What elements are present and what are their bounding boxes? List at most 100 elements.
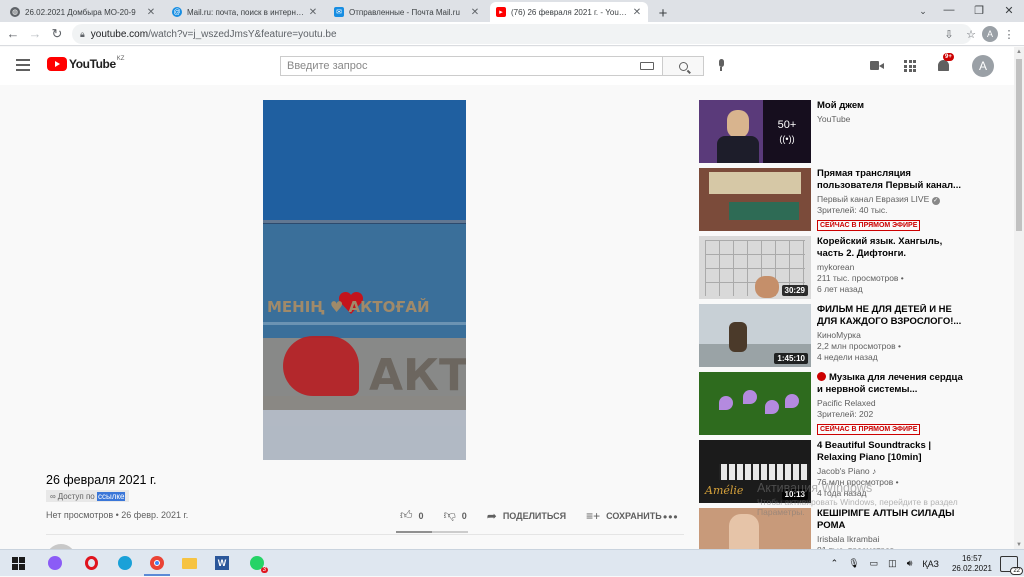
browser-tab-2[interactable]: @ Mail.ru: почта, поиск в интернете ✕ xyxy=(166,2,324,22)
recommendation-item[interactable]: Прямая трансляция пользователя Первый ка… xyxy=(699,168,999,232)
thumbnail-text: Amélie xyxy=(705,484,744,497)
recommendation-title[interactable]: Мой джем xyxy=(817,100,967,112)
recommendation-item[interactable]: 1:45:10 ФИЛЬМ НЕ ДЛЯ ДЕТЕЙ И НЕ ДЛЯ КАЖД… xyxy=(699,304,999,368)
video-thumbnail[interactable]: 1:45:10 xyxy=(699,304,811,367)
video-title: 26 февраля 2021 г. xyxy=(46,473,157,487)
network-icon[interactable]: ◫ xyxy=(888,558,897,569)
access-badge: ∞ Доступ по ссылке xyxy=(46,490,130,502)
profile-icon[interactable]: A xyxy=(982,26,998,42)
tab-title: Отправленные - Почта Mail.ru xyxy=(349,7,460,17)
search-button[interactable] xyxy=(662,56,704,76)
recommendation-age: 4 недели назад xyxy=(817,352,878,362)
close-tab-icon[interactable]: ✕ xyxy=(308,7,318,18)
recommendation-title[interactable]: ФИЛЬМ НЕ ДЛЯ ДЕТЕЙ И НЕ ДЛЯ КАЖДОГО ВЗРО… xyxy=(817,304,967,328)
tab-title: 26.02.2021 Домбыра МО-20-9 xyxy=(25,7,136,17)
search-input[interactable]: Введите запрос xyxy=(280,56,662,76)
recommendation-channel: mykorean xyxy=(817,262,855,272)
share-button[interactable]: ➦ ПОДЕЛИТЬСЯ xyxy=(487,509,566,523)
maximize-icon[interactable]: ❐ xyxy=(964,0,994,20)
page-scrollbar[interactable]: ▲ ▼ xyxy=(1014,47,1024,550)
close-tab-icon[interactable]: ✕ xyxy=(146,7,156,18)
battery-icon[interactable]: ▭ xyxy=(870,558,879,569)
taskbar-clock[interactable]: 16:57 26.02.2021 xyxy=(952,554,992,574)
mailru-icon: @ xyxy=(172,7,182,17)
windows-start-icon[interactable] xyxy=(9,554,27,572)
new-tab-button[interactable]: + xyxy=(654,4,672,22)
close-window-icon[interactable]: ✕ xyxy=(994,0,1024,20)
more-actions-icon[interactable]: ••• xyxy=(663,510,679,524)
browser-tab-1[interactable]: ◍ 26.02.2021 Домбыра МО-20-9 ✕ xyxy=(4,2,162,22)
dislike-button[interactable]: 👎︎ 0 xyxy=(444,508,467,523)
account-avatar[interactable]: A xyxy=(972,55,994,77)
video-thumbnail[interactable]: 30:29 xyxy=(699,236,811,299)
address-bar[interactable]: 🔒︎ youtube.com/watch?v=j_wszedJmsY&featu… xyxy=(72,24,972,44)
verified-icon: ✓ xyxy=(931,197,940,205)
envelope-icon: ✉ xyxy=(334,7,344,17)
youtube-logo[interactable]: YouTube KZ xyxy=(47,56,125,71)
action-center-icon[interactable]: 22 xyxy=(1000,555,1023,575)
scrollbar-thumb[interactable] xyxy=(1016,59,1022,231)
tray-chevron-icon[interactable]: ⌃ xyxy=(831,558,839,569)
recommendation-title[interactable]: Корейский язык. Хангыль, часть 2. Дифтон… xyxy=(817,236,967,260)
opera-icon[interactable] xyxy=(82,554,100,572)
forward-icon[interactable]: → xyxy=(24,23,46,45)
hamburger-menu-icon[interactable] xyxy=(16,59,30,71)
chrome-icon[interactable] xyxy=(148,554,166,572)
alice-assistant-icon[interactable] xyxy=(46,554,64,572)
video-thumbnail[interactable] xyxy=(699,168,811,231)
language-indicator[interactable]: ҚАЗ xyxy=(922,559,939,569)
recommendation-item[interactable]: Музыка для лечения сердца и нервной сист… xyxy=(699,372,999,436)
edge-icon[interactable] xyxy=(116,554,134,572)
video-thumbnail[interactable] xyxy=(699,372,811,435)
recommendation-viewers: Зрителей: 40 тыс. xyxy=(817,205,888,215)
video-player[interactable]: МЕНІҢ ♥ АКТОҒАЙ АКТ xyxy=(263,100,466,460)
search-bar: Введите запрос xyxy=(280,56,704,76)
scroll-down-icon[interactable]: ▼ xyxy=(1016,542,1022,548)
minimize-icon[interactable]: — xyxy=(934,0,964,20)
url-text: youtube.com/watch?v=j_wszedJmsY&feature=… xyxy=(90,28,337,40)
recommendation-title[interactable]: 4 Beautiful Soundtracks | Relaxing Piano… xyxy=(817,440,967,464)
video-thumbnail[interactable]: 50+ ((•)) xyxy=(699,100,811,163)
browser-tab-3[interactable]: ✉ Отправленные - Почта Mail.ru ✕ xyxy=(328,2,486,22)
volume-icon[interactable]: 🔊︎ xyxy=(907,558,913,569)
youtube-favicon-icon: ▸ xyxy=(496,7,506,17)
bookmark-star-icon[interactable]: ☆ xyxy=(960,28,982,41)
recommendation-channel: Первый канал Евразия LIVE ✓ xyxy=(817,194,940,205)
recommendation-viewers: Зрителей: 202 xyxy=(817,409,874,419)
search-placeholder: Введите запрос xyxy=(287,60,368,72)
recommendation-title[interactable]: Прямая трансляция пользователя Первый ка… xyxy=(817,168,967,192)
like-button[interactable]: 👍︎ 0 xyxy=(400,508,424,523)
windows-activation-watermark: Активация Windows Чтобы активировать Win… xyxy=(757,481,958,517)
recommendation-title[interactable]: Музыка для лечения сердца и нервной сист… xyxy=(817,372,967,396)
apps-grid-icon[interactable] xyxy=(904,60,916,72)
search-icon xyxy=(678,61,688,71)
word-icon[interactable]: W xyxy=(213,554,231,572)
system-tray: ⌃ 🎙︎ ▭ ◫ 🔊︎ ҚАЗ 16:57 26.02.2021 22 xyxy=(826,550,1024,577)
notifications-bell-icon[interactable]: 9+ xyxy=(936,53,954,74)
window-controls: — ❐ ✕ xyxy=(934,0,1024,20)
recommendation-channel: КиноМурка xyxy=(817,330,861,340)
keyboard-icon[interactable] xyxy=(640,62,654,70)
microphone-tray-icon[interactable]: 🎙︎ xyxy=(848,558,859,569)
video-actions: 👍︎ 0 👎︎ 0 ➦ ПОДЕЛИТЬСЯ ≡+ СОХРАНИТЬ xyxy=(400,508,682,523)
close-tab-icon[interactable]: ✕ xyxy=(470,7,480,18)
browser-tab-4-active[interactable]: ▸ (76) 26 февраля 2021 г. - YouTube ✕ xyxy=(490,2,648,22)
recommendation-channel: Jacob's Piano ♪ xyxy=(817,466,877,476)
windows-taskbar: W 3 ⌃ 🎙︎ ▭ ◫ 🔊︎ ҚАЗ 16:57 26.02.2021 22 xyxy=(0,549,1024,576)
reload-icon[interactable]: ↻ xyxy=(46,23,68,45)
install-icon[interactable]: ⇩ xyxy=(938,28,960,41)
close-tab-icon[interactable]: ✕ xyxy=(632,7,642,18)
share-arrow-icon: ➦ xyxy=(486,508,497,523)
recommendation-item[interactable]: 30:29 Корейский язык. Хангыль, часть 2. … xyxy=(699,236,999,300)
back-icon[interactable]: ← xyxy=(2,23,24,45)
logo-country: KZ xyxy=(116,56,125,62)
whatsapp-icon[interactable]: 3 xyxy=(248,554,268,573)
save-button[interactable]: ≡+ СОХРАНИТЬ xyxy=(586,509,662,523)
menu-kebab-icon[interactable]: ⋮ xyxy=(998,28,1020,41)
file-explorer-icon[interactable] xyxy=(180,554,198,572)
tab-search-icon[interactable]: ⌄ xyxy=(914,2,932,20)
recommendation-item[interactable]: 50+ ((•)) Мой джем YouTube xyxy=(699,100,999,164)
create-video-icon[interactable] xyxy=(870,61,884,71)
scroll-up-icon[interactable]: ▲ xyxy=(1016,49,1022,55)
microphone-icon[interactable] xyxy=(716,59,726,73)
